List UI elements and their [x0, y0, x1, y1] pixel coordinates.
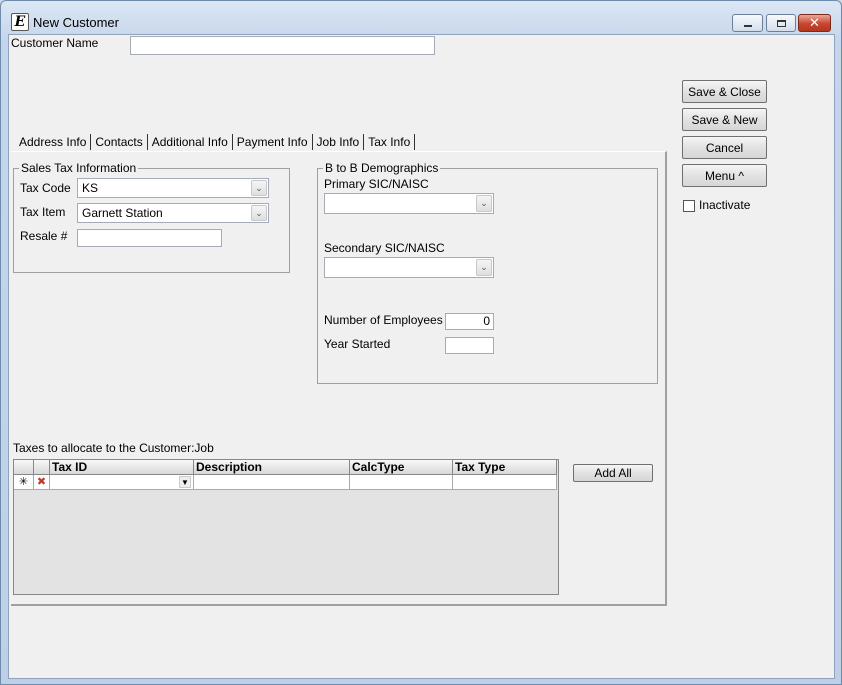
close-button[interactable]: ✕ — [798, 14, 831, 32]
save-new-label: Save & New — [691, 112, 758, 127]
tax-id-dropdown-icon[interactable]: ▼ — [179, 476, 191, 488]
tax-item-label: Tax Item — [20, 205, 66, 219]
minimize-button[interactable] — [732, 14, 763, 32]
tax-code-select[interactable]: KS ⌄ — [77, 178, 269, 198]
menu-label: Menu ^ — [705, 168, 744, 183]
description-cell[interactable] — [194, 475, 350, 490]
grid-header-tax-id[interactable]: Tax ID — [50, 460, 194, 475]
maximize-icon — [776, 19, 786, 27]
maximize-button[interactable] — [766, 14, 796, 32]
tax-code-label: Tax Code — [20, 181, 71, 195]
tab-tax-info[interactable]: Tax Info — [364, 134, 416, 150]
sales-tax-legend: Sales Tax Information — [19, 161, 139, 175]
demographics-legend: B to B Demographics — [323, 161, 441, 175]
chevron-down-icon[interactable]: ⌄ — [251, 205, 267, 221]
close-icon: ✕ — [809, 15, 820, 30]
customer-name-label: Customer Name — [11, 36, 99, 50]
minimize-icon — [743, 25, 752, 27]
primary-sic-label: Primary SIC/NAISC — [324, 177, 429, 191]
menu-button[interactable]: Menu ^ — [682, 164, 767, 187]
taxes-grid[interactable]: Tax ID Description CalcType Tax Type ✳ ✖… — [13, 459, 559, 595]
tax-type-cell[interactable] — [453, 475, 557, 490]
new-row-icon: ✳ — [14, 475, 34, 490]
tax-id-cell[interactable]: ▼ — [50, 475, 194, 490]
resale-label: Resale # — [20, 229, 68, 243]
delete-row-icon[interactable]: ✖ — [34, 475, 50, 490]
grid-header-tax-type[interactable]: Tax Type — [453, 460, 557, 475]
tab-strip: Address Info Contacts Additional Info Pa… — [15, 134, 416, 150]
customer-name-input[interactable] — [130, 36, 435, 55]
add-all-label: Add All — [594, 466, 632, 480]
new-customer-window: E New Customer ✕ Customer Name Save & Cl… — [0, 0, 842, 685]
save-new-button[interactable]: Save & New — [682, 108, 767, 131]
year-started-label: Year Started — [324, 337, 391, 351]
grid-header-calctype[interactable]: CalcType — [350, 460, 453, 475]
employees-value: 0 — [483, 314, 490, 328]
app-logo-icon: E — [11, 13, 29, 31]
grid-delete-header — [34, 460, 50, 475]
calctype-cell[interactable] — [350, 475, 453, 490]
employees-input[interactable]: 0 — [445, 313, 494, 330]
secondary-sic-label: Secondary SIC/NAISC — [324, 241, 445, 255]
inactivate-checkbox[interactable] — [683, 200, 695, 212]
tab-job-info[interactable]: Job Info — [313, 134, 365, 150]
tab-address-info[interactable]: Address Info — [15, 134, 92, 150]
tax-item-select[interactable]: Garnett Station ⌄ — [77, 203, 269, 223]
tax-item-value: Garnett Station — [82, 206, 163, 220]
window-title: New Customer — [33, 15, 119, 30]
resale-input[interactable] — [77, 229, 222, 247]
tab-contacts[interactable]: Contacts — [91, 134, 148, 150]
chevron-down-icon[interactable]: ⌄ — [476, 259, 492, 276]
inactivate-label: Inactivate — [699, 198, 751, 212]
year-started-input[interactable] — [445, 337, 494, 354]
save-close-button[interactable]: Save & Close — [682, 80, 767, 103]
employees-label: Number of Employees — [324, 313, 443, 327]
save-close-label: Save & Close — [688, 84, 761, 99]
tax-code-value: KS — [82, 181, 99, 195]
secondary-sic-select[interactable]: ⌄ — [324, 257, 494, 278]
chevron-down-icon[interactable]: ⌄ — [251, 180, 267, 196]
add-all-button[interactable]: Add All — [573, 464, 653, 482]
tab-payment-info[interactable]: Payment Info — [233, 134, 313, 150]
cancel-label: Cancel — [705, 140, 744, 155]
primary-sic-select[interactable]: ⌄ — [324, 193, 494, 214]
tab-additional-info[interactable]: Additional Info — [148, 134, 233, 150]
cancel-button[interactable]: Cancel — [682, 136, 767, 159]
grid-corner-header — [14, 460, 34, 475]
taxes-grid-caption: Taxes to allocate to the Customer:Job — [13, 441, 214, 455]
grid-header-description[interactable]: Description — [194, 460, 350, 475]
chevron-down-icon[interactable]: ⌄ — [476, 195, 492, 212]
